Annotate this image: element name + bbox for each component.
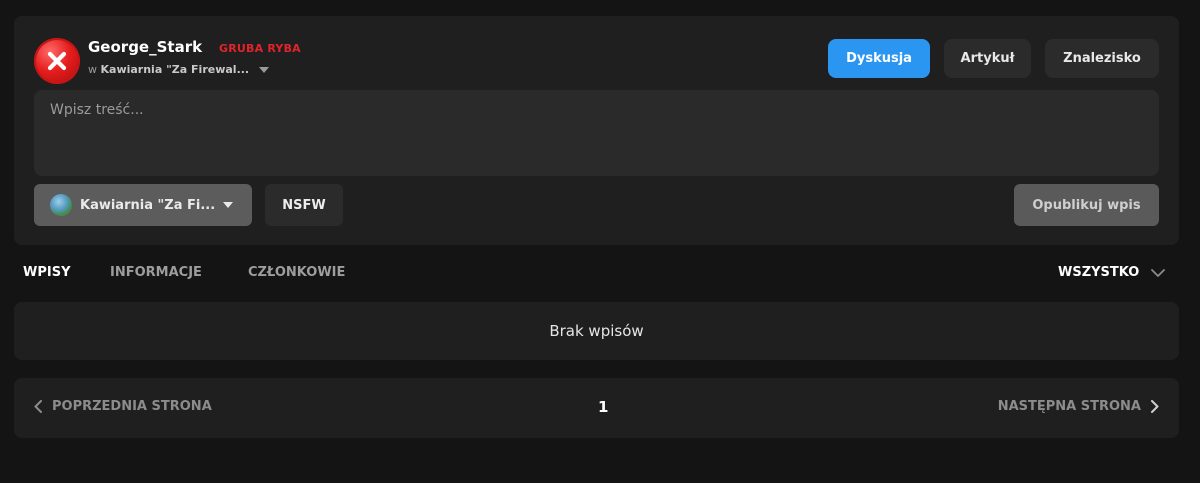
next-page-label: NASTĘPNA STRONA <box>997 399 1141 414</box>
previous-page-button[interactable]: POPRZEDNIA STRONA <box>34 399 212 414</box>
empty-feed-message: Brak wpisów <box>14 302 1179 360</box>
publish-button[interactable]: Opublikuj wpis <box>1014 184 1159 226</box>
previous-page-label: POPRZEDNIA STRONA <box>52 399 212 414</box>
tab-czlonkowie[interactable]: CZŁONKOWIE <box>248 265 345 280</box>
author-username[interactable]: George_Stark <box>88 38 202 56</box>
pagination: POPRZEDNIA STRONA 1 NASTĘPNA STRONA <box>14 378 1179 438</box>
location-prefix: w <box>88 63 97 76</box>
x-mark-icon <box>47 51 67 71</box>
chevron-down-icon <box>1151 268 1166 277</box>
post-type-dyskusja-button[interactable]: Dyskusja <box>828 39 930 78</box>
caret-down-icon <box>223 202 234 208</box>
content-tabs: WPISY INFORMACJE CZŁONKOWIE WSZYSTKO <box>0 265 1200 285</box>
post-content-textarea[interactable]: Wpisz treść... <box>34 90 1159 176</box>
post-type-artykul-button[interactable]: Artykuł <box>944 39 1031 78</box>
location-name: Kawiarnia "Za Firewal... <box>100 63 250 76</box>
filter-dropdown[interactable]: WSZYSTKO <box>1058 265 1166 280</box>
chevron-right-icon <box>1151 400 1159 413</box>
filter-label: WSZYSTKO <box>1058 265 1140 280</box>
channel-globe-icon <box>50 194 72 216</box>
channel-select[interactable]: Kawiarnia "Za Fi... <box>34 184 252 226</box>
channel-select-label: Kawiarnia "Za Fi... <box>80 197 216 213</box>
location-selector[interactable]: w Kawiarnia "Za Firewal... <box>88 63 269 76</box>
caret-down-icon <box>258 67 269 73</box>
tab-wpisy[interactable]: WPISY <box>23 265 70 280</box>
current-page-number[interactable]: 1 <box>598 398 608 416</box>
empty-feed-text: Brak wpisów <box>549 322 644 340</box>
author-rank-badge: GRUBA RYBA <box>219 42 301 55</box>
nsfw-toggle-button[interactable]: NSFW <box>265 184 343 226</box>
user-avatar-error-icon[interactable] <box>34 38 80 84</box>
post-type-znalezisko-button[interactable]: Znalezisko <box>1045 39 1159 78</box>
chevron-left-icon <box>34 400 42 413</box>
next-page-button[interactable]: NASTĘPNA STRONA <box>998 399 1159 414</box>
post-composer: George_Stark GRUBA RYBA w Kawiarnia "Za … <box>14 16 1179 245</box>
tab-informacje[interactable]: INFORMACJE <box>110 265 202 280</box>
